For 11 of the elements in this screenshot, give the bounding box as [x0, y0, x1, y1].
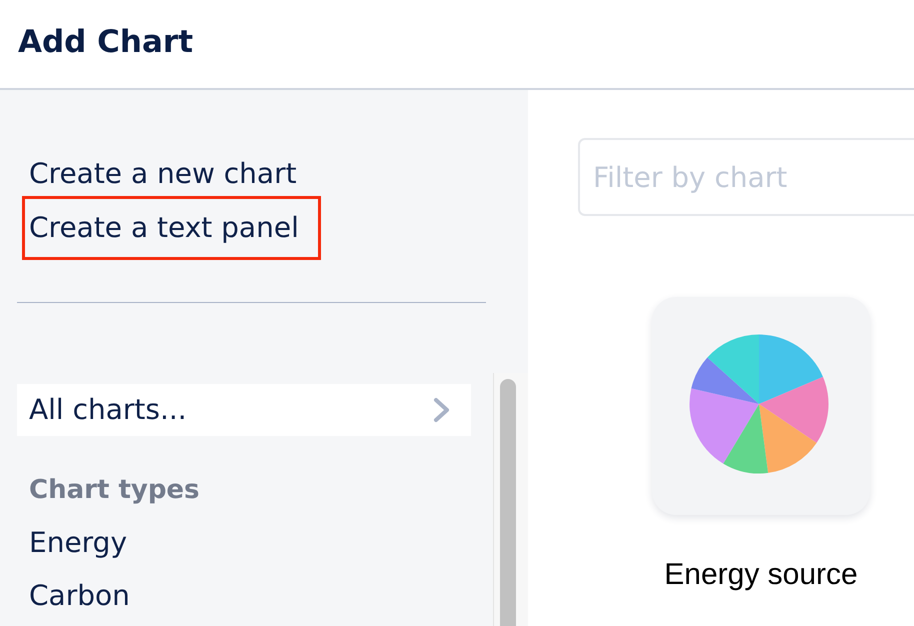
sidebar-action-link[interactable]: Create a text panel	[22, 196, 321, 260]
chevron-right-icon	[433, 397, 451, 423]
section-heading: Chart types	[29, 474, 200, 506]
filter-field[interactable]: Filter by chart	[578, 138, 914, 216]
category-item[interactable]: Carbon	[17, 569, 130, 622]
scrollbar-thumb[interactable]	[500, 379, 516, 626]
all-charts-item[interactable]: All charts...	[17, 384, 471, 436]
sidebar-action-link[interactable]: Create a new chart	[22, 152, 319, 196]
chart-title: Energy source	[664, 558, 858, 592]
category-item[interactable]: Energy	[17, 516, 128, 569]
dialog-title: Add Chart	[18, 23, 194, 61]
